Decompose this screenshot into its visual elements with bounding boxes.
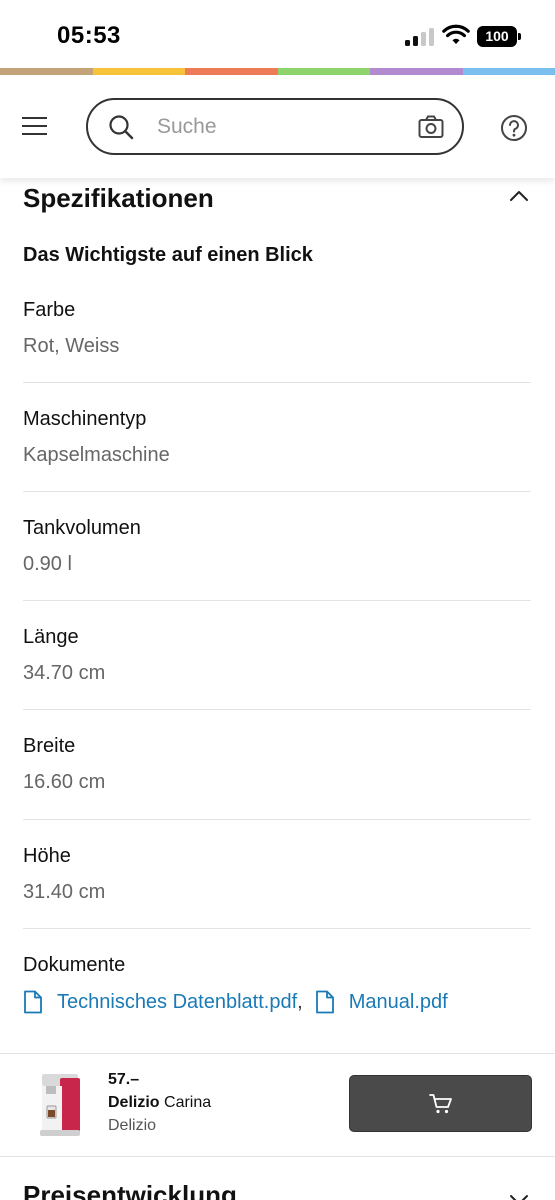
document-link-datenblatt[interactable]: Technisches Datenblatt.pdf — [23, 990, 297, 1014]
divider — [23, 819, 531, 820]
product-image — [40, 1074, 80, 1136]
chevron-up-icon[interactable] — [508, 188, 530, 204]
add-to-cart-button[interactable] — [349, 1075, 532, 1132]
app-header: Suche — [0, 75, 555, 178]
price-history-title[interactable]: Preisentwicklung — [23, 1180, 237, 1200]
document-icon — [24, 990, 42, 1014]
status-bar: 05:53 100 — [0, 0, 555, 68]
spec-value: 16.60 cm — [23, 771, 106, 793]
menu-icon[interactable] — [22, 117, 47, 137]
cellular-signal-icon — [405, 28, 435, 46]
product-name-bold: Delizio — [108, 1094, 160, 1111]
search-input[interactable]: Suche — [86, 98, 464, 155]
cart-icon — [429, 1094, 452, 1114]
spec-value: 34.70 cm — [23, 662, 106, 684]
product-price: 57.– — [108, 1071, 140, 1088]
document-links: Technisches Datenblatt.pdf , Manual.pdf — [23, 990, 448, 1014]
spec-item-maschinentyp: Maschinentyp Kapselmaschine — [23, 408, 531, 467]
divider — [23, 928, 531, 929]
spec-item-farbe: Farbe Rot, Weiss — [23, 299, 531, 358]
divider — [23, 382, 531, 383]
spec-item-laenge: Länge 34.70 cm — [23, 626, 531, 685]
product-name: Delizio Carina — [108, 1094, 211, 1112]
spec-label: Länge — [23, 626, 79, 648]
battery-icon: 100 — [477, 26, 521, 47]
spec-item-tankvolumen: Tankvolumen 0.90 l — [23, 517, 531, 576]
spec-value: Rot, Weiss — [23, 335, 120, 357]
spec-value: 31.40 cm — [23, 881, 106, 903]
spec-item-dokumente: Dokumente — [23, 954, 531, 977]
status-time: 05:53 — [57, 22, 121, 49]
document-link-label: Technisches Datenblatt.pdf — [57, 990, 298, 1013]
spec-label: Breite — [23, 735, 76, 757]
spec-label: Tankvolumen — [23, 517, 141, 539]
spec-item-breite: Breite 16.60 cm — [23, 735, 531, 794]
document-link-label: Manual.pdf — [348, 990, 448, 1013]
brand-color-strip — [0, 68, 555, 75]
divider — [23, 600, 531, 601]
product-name-rest: Carina — [159, 1094, 212, 1111]
spec-label: Höhe — [23, 845, 71, 867]
search-placeholder: Suche — [157, 115, 217, 138]
spec-label: Farbe — [23, 299, 76, 321]
product-brand: Delizio — [108, 1117, 157, 1134]
section-subtitle: Das Wichtigste auf einen Blick — [23, 244, 313, 266]
spec-label: Maschinentyp — [23, 408, 147, 430]
divider — [23, 491, 531, 492]
document-link-manual[interactable]: Manual.pdf — [315, 990, 448, 1014]
help-icon[interactable] — [500, 114, 528, 142]
spec-value: 0.90 l — [23, 553, 72, 575]
camera-icon[interactable] — [418, 115, 444, 139]
search-icon — [109, 115, 134, 140]
wifi-icon — [442, 24, 470, 44]
divider — [23, 709, 531, 710]
section-title: Spezifikationen — [23, 183, 214, 213]
spec-label: Dokumente — [23, 954, 126, 976]
spec-value: Kapselmaschine — [23, 444, 170, 466]
product-sticky-bar: 57.– Delizio Carina Delizio — [0, 1053, 555, 1157]
spec-item-hoehe: Höhe 31.40 cm — [23, 845, 531, 904]
link-separator: , — [297, 990, 303, 1013]
document-icon — [315, 990, 334, 1014]
chevron-down-icon[interactable] — [508, 1192, 530, 1200]
